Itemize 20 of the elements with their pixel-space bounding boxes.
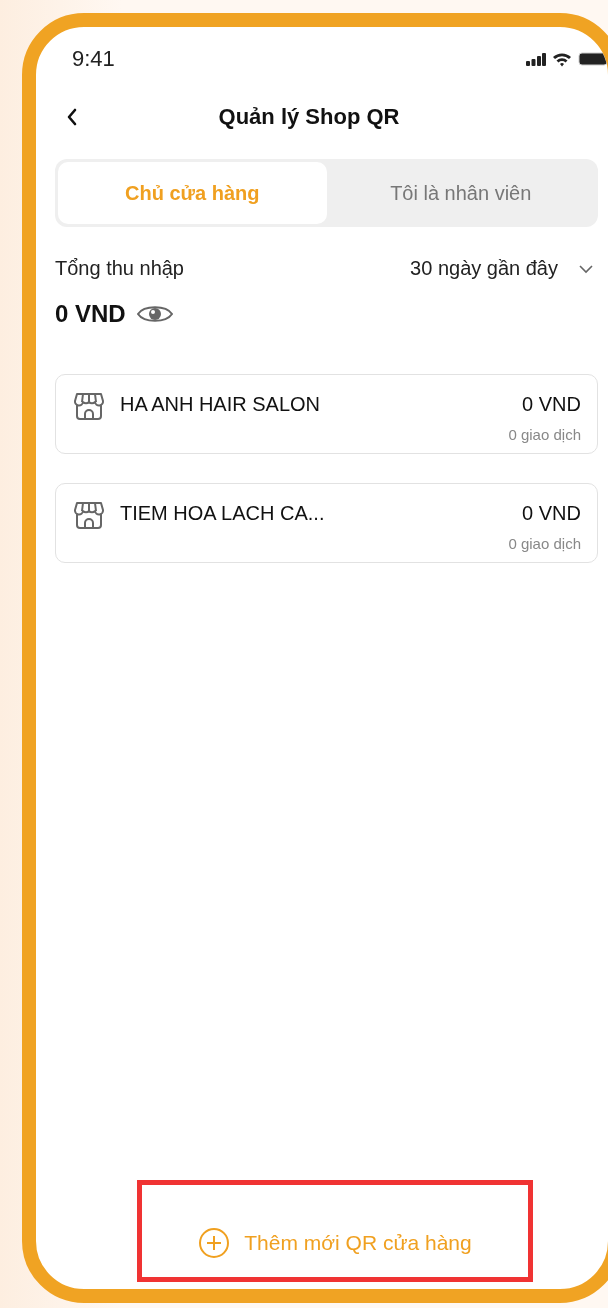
signal-icon [526, 52, 546, 66]
period-dropdown[interactable]: 30 ngày gần đây [410, 257, 598, 280]
shop-card[interactable]: HA ANH HAIR SALON 0 VND 0 giao dịch [55, 374, 598, 454]
wifi-icon [552, 51, 572, 67]
income-label: Tổng thu nhập [55, 257, 184, 280]
battery-icon [578, 52, 608, 66]
eye-icon[interactable] [135, 303, 174, 325]
transaction-count: 0 giao dịch [508, 426, 581, 443]
transaction-count: 0 giao dịch [508, 535, 581, 552]
tab[interactable]: Tôi là nhân viên [326, 162, 595, 224]
chevron-down-icon [578, 263, 594, 274]
income-amount: 0 VND [55, 300, 126, 328]
page-title: Quản lý Shop QR [218, 104, 400, 130]
shop-name: TIEM HOA LACH CA... [120, 502, 326, 525]
shop-amount: 0 VND [522, 393, 581, 416]
shop-name: HA ANH HAIR SALON [120, 393, 322, 416]
shop-card[interactable]: TIEM HOA LACH CA... 0 VND 0 giao dịch [55, 483, 598, 563]
status-time: 9:41 [72, 46, 115, 72]
plus-circle-icon [198, 1227, 231, 1259]
shop-amount: 0 VND [522, 502, 581, 525]
